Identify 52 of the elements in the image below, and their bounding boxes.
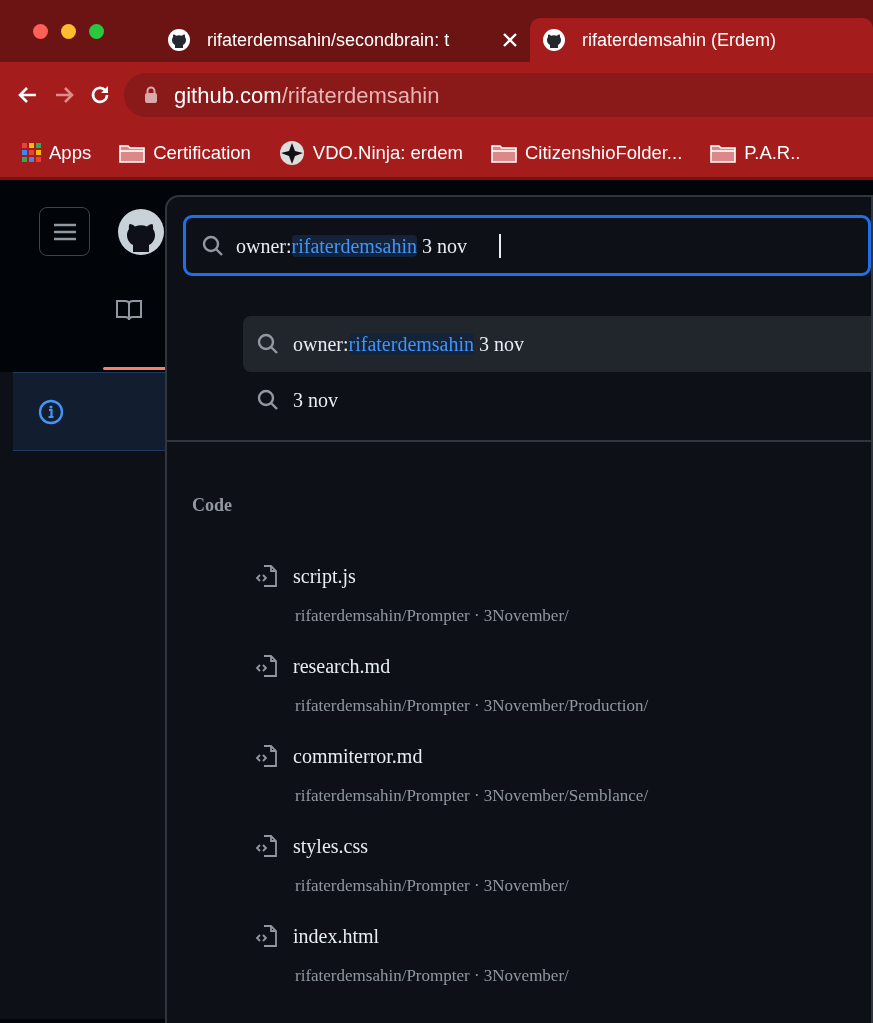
search-suggestion[interactable]: owner:rifaterdemsahin 3 nov xyxy=(243,316,871,372)
search-icon xyxy=(202,234,224,257)
code-file-icon xyxy=(255,654,279,678)
cat-logo-icon xyxy=(542,28,566,52)
file-path: rifaterdemsahin/Prompter · 3November/Production/ xyxy=(295,695,650,717)
code-file-icon xyxy=(255,564,279,588)
file-path: rifaterdemsahin/Prompter · 3November/Semblance/ xyxy=(295,785,650,807)
menu-button[interactable] xyxy=(39,207,90,256)
search-result[interactable]: script.js rifaterdemsahin/Prompter · 3November/ xyxy=(255,561,871,651)
bookmark[interactable]: VDO.Ninja: erdem xyxy=(278,138,463,167)
search-icon xyxy=(257,389,279,411)
bookmark[interactable]: P.A.R.. xyxy=(710,138,801,167)
search-field[interactable]: owner:rifaterdemsahin 3 nov xyxy=(183,215,871,276)
folder-icon xyxy=(710,142,737,163)
window-control[interactable] xyxy=(89,23,104,39)
bookmark[interactable]: Apps xyxy=(22,138,92,167)
info-icon xyxy=(38,398,64,425)
address-bar[interactable]: github.com/rifaterdemsahin xyxy=(124,73,873,117)
code-file-icon xyxy=(255,924,279,948)
grid-icon xyxy=(22,143,41,162)
folder-icon xyxy=(490,142,517,163)
code-file-icon xyxy=(255,834,279,858)
search-suggestion[interactable]: 3 nov xyxy=(243,372,871,428)
search-result[interactable]: styles.css rifaterdemsahin/Prompter · 3November/ xyxy=(255,831,871,921)
window-control[interactable] xyxy=(61,23,76,39)
bookmark[interactable]: CitizenshioFolder... xyxy=(490,138,683,167)
file-path: rifaterdemsahin/Prompter · 3November/ xyxy=(295,875,570,897)
close-icon[interactable] xyxy=(502,32,518,48)
star-logo-icon xyxy=(278,139,305,166)
folder-icon xyxy=(119,142,146,163)
file-path: rifaterdemsahin/Prompter · 3November/ xyxy=(295,605,570,627)
file-path: rifaterdemsahin/Prompter · 3November/ xyxy=(295,965,570,987)
file-name: commiterror.md xyxy=(293,744,423,769)
lock-icon xyxy=(144,86,158,104)
search-result[interactable]: commiterror.md rifaterdemsahin/Prompter · 3November/Semblance/ xyxy=(255,741,871,831)
file-name: research.md xyxy=(293,654,391,679)
search-icon xyxy=(257,333,279,355)
book-icon xyxy=(115,298,143,322)
bookmark[interactable]: Certification xyxy=(119,138,251,167)
search-result[interactable]: research.md rifaterdemsahin/Prompter · 3November/Production/ xyxy=(255,651,871,741)
file-name: styles.css xyxy=(293,834,368,860)
window-control[interactable] xyxy=(33,23,48,39)
file-name: index.html xyxy=(293,924,380,949)
search-result[interactable]: index.html rifaterdemsahin/Prompter · 3November/ xyxy=(255,921,871,1011)
file-name: script.js xyxy=(293,564,356,590)
text-cursor xyxy=(499,233,502,258)
browser-tab[interactable]: rifaterdemsahin (Erdem) xyxy=(530,18,873,62)
section-title: Code xyxy=(192,494,233,517)
menu-icon xyxy=(52,222,77,241)
cat-logo-icon xyxy=(167,28,191,52)
code-file-icon xyxy=(255,744,279,768)
browser-tab[interactable]: rifaterdemsahin/secondbrain: t xyxy=(155,18,530,62)
